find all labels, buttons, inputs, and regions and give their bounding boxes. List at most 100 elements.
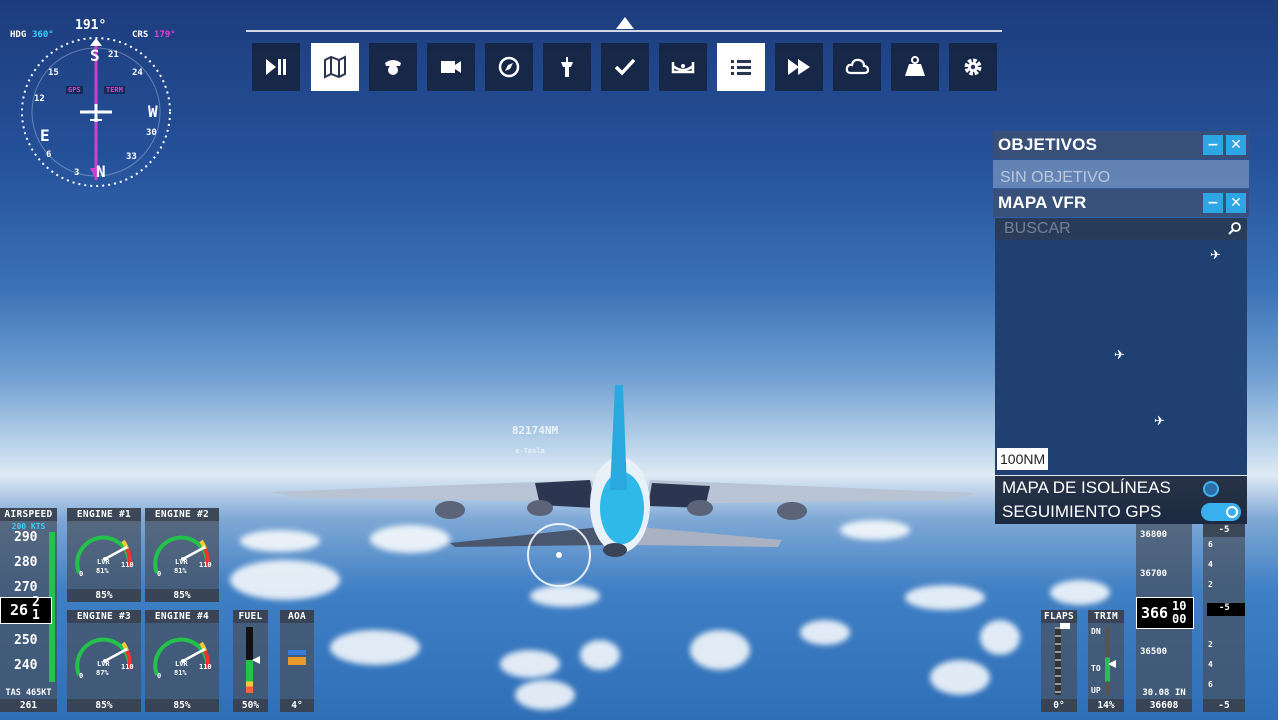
play-pause-icon	[266, 59, 286, 75]
vfr-map-panel-header: MAPA VFR − ✕	[993, 189, 1249, 217]
airspeed-roll-lower: 1	[32, 608, 40, 623]
trim-title: TRIM	[1088, 610, 1124, 623]
flaps-pointer	[1060, 623, 1070, 629]
map-scale: 100NM	[997, 448, 1049, 470]
trim-gauge: TRIM DN TO UP 14%	[1088, 610, 1124, 712]
map-icon	[324, 55, 346, 79]
trim-to-label: TO	[1091, 664, 1101, 673]
vfr-map-minimize-button[interactable]: −	[1203, 193, 1223, 213]
objectives-close-button[interactable]: ✕	[1226, 135, 1246, 155]
engine-max: 110	[199, 561, 212, 569]
airspeed-current-box: 26 2 1	[0, 595, 52, 624]
engine-title: ENGINE #1	[67, 508, 141, 521]
airport-icon: ✈	[1154, 414, 1165, 429]
cloud-icon	[845, 58, 870, 75]
fuel-level-bar	[246, 660, 253, 693]
compass-mark-33: 33	[126, 152, 137, 162]
altitude-roll-upper: 10	[1172, 599, 1187, 613]
checkmark-icon	[614, 58, 636, 76]
isolines-toggle[interactable]	[1203, 481, 1219, 497]
waypoint-name: e-Tesla	[515, 447, 545, 455]
vsi-tick: 2	[1208, 640, 1213, 649]
sim-rate-button[interactable]	[775, 43, 823, 91]
compass-icon	[498, 56, 520, 78]
compass-mark-3: 3	[74, 168, 80, 178]
list-icon	[731, 60, 751, 75]
engine-gauge-1: ENGINE #1 0 110 LVR 81% 85%	[67, 508, 141, 602]
navlog-button[interactable]	[485, 43, 533, 91]
controls-button[interactable]	[659, 43, 707, 91]
objectives-button[interactable]	[717, 43, 765, 91]
pilot-button[interactable]	[369, 43, 417, 91]
vsi-current-value: -5	[1219, 603, 1230, 613]
trim-up-label: UP	[1091, 686, 1101, 695]
weather-button[interactable]	[833, 43, 881, 91]
toolbar-handle[interactable]	[616, 17, 634, 29]
engine-max: 110	[199, 663, 212, 671]
fuel-title: FUEL	[233, 610, 268, 623]
vsi-tick: 6	[1208, 680, 1213, 689]
objectives-panel-body: SIN OBJETIVO	[993, 160, 1249, 188]
speed-tick: 250	[14, 633, 38, 648]
vfr-search-bar[interactable]: BUSCAR	[995, 218, 1247, 240]
engine-lvr-label: LVR	[175, 558, 188, 566]
checklist-button[interactable]	[601, 43, 649, 91]
speed-tick: 280	[14, 555, 38, 570]
vsi-top-value: -5	[1203, 524, 1245, 537]
engine-title: ENGINE #2	[145, 508, 219, 521]
gps-follow-toggle[interactable]	[1201, 503, 1241, 521]
compass-mark-12: 12	[34, 94, 45, 104]
vsi-tick: 2	[1208, 580, 1213, 589]
compass-mark-n: N	[96, 162, 106, 181]
vfr-map-area[interactable]: ✈ ✈ ✈ 100NM	[995, 240, 1247, 475]
atc-button[interactable]	[543, 43, 591, 91]
engine-lvr-label: LVR	[97, 558, 110, 566]
isolines-row[interactable]: MAPA DE ISOLÍNEAS	[995, 476, 1247, 500]
weight-button[interactable]	[891, 43, 939, 91]
objectives-minimize-button[interactable]: −	[1203, 135, 1223, 155]
vfr-map-close-button[interactable]: ✕	[1226, 193, 1246, 213]
vsi-tick: 6	[1208, 540, 1213, 549]
vertical-speed-indicator: -5 6 4 2 2 4 6 -5 -5	[1203, 524, 1245, 712]
compass-mark-15: 15	[48, 68, 59, 78]
engine-title: ENGINE #4	[145, 610, 219, 623]
engine-value: 85%	[67, 699, 141, 712]
compass-mark-6: 6	[46, 150, 52, 160]
camera-button[interactable]	[427, 43, 475, 91]
altitude-tick: 36500	[1140, 647, 1168, 657]
aoa-value: 4°	[280, 699, 314, 712]
altitude-bottom-value: 36608	[1136, 699, 1192, 712]
engine-value: 85%	[67, 589, 141, 602]
altimeter: 36800 36700 36600 36500 366 10 00 30.08 …	[1136, 524, 1194, 712]
engine-min: 0	[79, 570, 84, 578]
airspeed-title: AIRSPEED	[0, 508, 57, 521]
vfr-search-input[interactable]: BUSCAR	[1004, 220, 1071, 238]
objectives-panel-header: OBJETIVOS − ✕	[993, 131, 1249, 159]
heading-readout: 191°	[75, 18, 107, 33]
vfr-map-button[interactable]	[311, 43, 359, 91]
compass-mark-e: E	[40, 126, 50, 145]
engine-lvr-pct: 81%	[96, 567, 109, 575]
flaps-value: 0°	[1041, 699, 1077, 712]
trim-value: 14%	[1088, 699, 1124, 712]
settings-button[interactable]	[949, 43, 997, 91]
airspeed-indicator: AIRSPEED 200 KTS 290 280 270 250 240 26 …	[0, 508, 57, 712]
engine-min: 0	[79, 672, 84, 680]
search-icon[interactable]	[1227, 221, 1243, 237]
aoa-indicator-warning	[288, 657, 306, 665]
fuel-value: 50%	[233, 699, 268, 712]
aoa-indicator	[288, 650, 306, 655]
vsi-tick: 4	[1208, 560, 1213, 569]
airport-icon: ✈	[1210, 248, 1221, 263]
pause-button[interactable]	[252, 43, 300, 91]
engine-gauge-3: ENGINE #3 0 110 LVR 87% 85%	[67, 610, 141, 712]
gps-follow-row[interactable]: SEGUIMIENTO GPS	[995, 500, 1247, 524]
speed-tick: 240	[14, 658, 38, 673]
aoa-gauge: AOA 4°	[280, 610, 314, 712]
fuel-gauge: FUEL 50%	[233, 610, 268, 712]
heading-compass: 191° HDG 360° CRS 179° S W N E 3 6 12 15…	[8, 16, 188, 187]
engine-lvr-label: LVR	[97, 660, 110, 668]
engine-gauge-4: ENGINE #4 0 110 LVR 81% 85%	[145, 610, 219, 712]
airspeed-current-value: 26	[10, 601, 29, 619]
gear-icon	[964, 58, 982, 76]
